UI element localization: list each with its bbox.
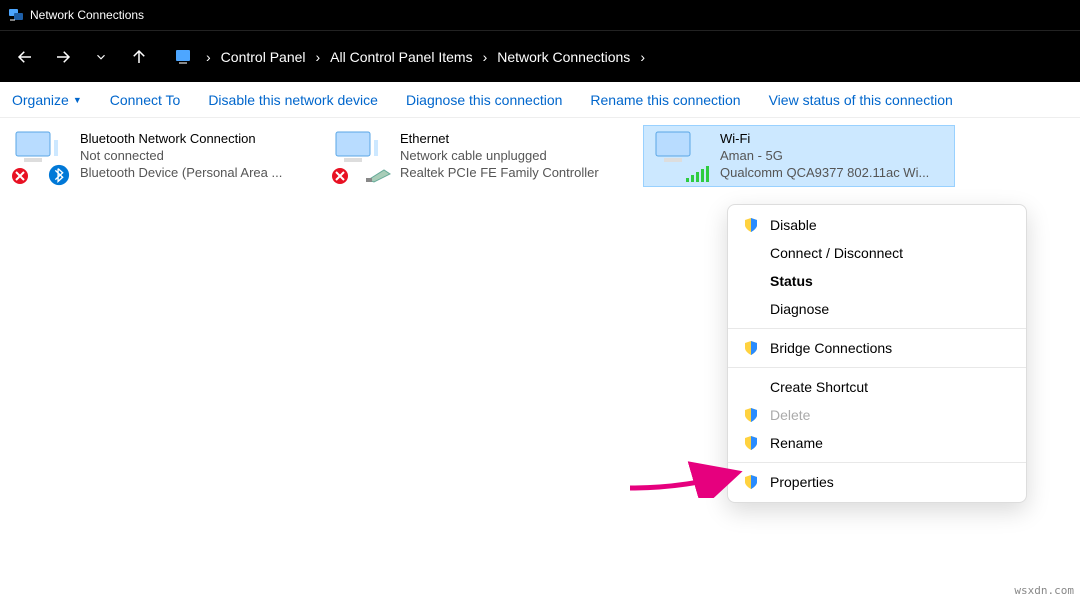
connect-to-button[interactable]: Connect To: [110, 92, 181, 108]
chevron-right-icon[interactable]: ›: [477, 49, 494, 65]
shield-icon: [742, 474, 760, 490]
ctx-label: Rename: [770, 435, 823, 451]
ctx-label: Disable: [770, 217, 817, 233]
address-bar: › Control Panel › All Control Panel Item…: [0, 30, 1080, 82]
connection-device: Bluetooth Device (Personal Area ...: [80, 164, 282, 181]
connection-name: Bluetooth Network Connection: [80, 130, 282, 147]
recent-locations-button[interactable]: [84, 40, 118, 74]
menu-separator: [728, 462, 1026, 463]
chevron-right-icon[interactable]: ›: [310, 49, 327, 65]
control-panel-icon: [174, 47, 194, 67]
ctx-label: Status: [770, 273, 813, 289]
connection-device: Qualcomm QCA9377 802.11ac Wi...: [720, 164, 929, 181]
connection-device: Realtek PCIe FE Family Controller: [400, 164, 599, 181]
connection-icon: [332, 130, 392, 182]
connection-item-wifi[interactable]: Wi-Fi Aman - 5G Qualcomm QCA9377 802.11a…: [644, 126, 954, 186]
ctx-bridge[interactable]: Bridge Connections: [728, 334, 1026, 362]
breadcrumb[interactable]: › Control Panel › All Control Panel Item…: [164, 40, 1072, 74]
diagnose-button[interactable]: Diagnose this connection: [406, 92, 562, 108]
breadcrumb-network-connections[interactable]: Network Connections: [493, 49, 634, 65]
ctx-label: Bridge Connections: [770, 340, 892, 356]
connection-status: Network cable unplugged: [400, 147, 599, 164]
context-menu: Disable Connect / Disconnect Status Diag…: [727, 204, 1027, 503]
connection-name: Wi-Fi: [720, 130, 929, 147]
shield-icon: [742, 407, 760, 423]
ctx-label: Properties: [770, 474, 834, 490]
disable-device-button[interactable]: Disable this network device: [208, 92, 378, 108]
ctx-disable[interactable]: Disable: [728, 211, 1026, 239]
connection-item-bluetooth[interactable]: Bluetooth Network Connection Not connect…: [4, 126, 324, 186]
ctx-connect-disconnect[interactable]: Connect / Disconnect: [728, 239, 1026, 267]
ctx-properties[interactable]: Properties: [728, 468, 1026, 496]
forward-button[interactable]: [46, 40, 80, 74]
organize-menu[interactable]: Organize ▼: [12, 92, 82, 108]
network-icon: [8, 7, 24, 23]
organize-label: Organize: [12, 92, 69, 108]
connection-name: Ethernet: [400, 130, 599, 147]
view-status-button[interactable]: View status of this connection: [769, 92, 953, 108]
chevron-right-icon[interactable]: ›: [634, 49, 651, 65]
chevron-right-icon[interactable]: ›: [200, 49, 217, 65]
window-title: Network Connections: [30, 8, 144, 22]
connection-item-ethernet[interactable]: Ethernet Network cable unplugged Realtek…: [324, 126, 644, 186]
ctx-label: Diagnose: [770, 301, 829, 317]
ctx-label: Connect / Disconnect: [770, 245, 903, 261]
shield-icon: [742, 435, 760, 451]
connection-icon: [12, 130, 72, 182]
rename-connection-button[interactable]: Rename this connection: [590, 92, 740, 108]
ctx-diagnose[interactable]: Diagnose: [728, 295, 1026, 323]
up-button[interactable]: [122, 40, 156, 74]
ctx-label: Create Shortcut: [770, 379, 868, 395]
ctx-label: Delete: [770, 407, 810, 423]
connection-status: Aman - 5G: [720, 147, 929, 164]
breadcrumb-control-panel[interactable]: Control Panel: [217, 49, 310, 65]
window-titlebar: Network Connections: [0, 0, 1080, 30]
back-button[interactable]: [8, 40, 42, 74]
menu-separator: [728, 367, 1026, 368]
command-bar: Organize ▼ Connect To Disable this netwo…: [0, 82, 1080, 118]
connection-icon: [652, 130, 712, 182]
connections-list: Bluetooth Network Connection Not connect…: [0, 118, 1080, 194]
breadcrumb-all-items[interactable]: All Control Panel Items: [326, 49, 476, 65]
shield-icon: [742, 340, 760, 356]
ctx-status[interactable]: Status: [728, 267, 1026, 295]
ctx-create-shortcut[interactable]: Create Shortcut: [728, 373, 1026, 401]
chevron-down-icon: ▼: [73, 95, 82, 105]
menu-separator: [728, 328, 1026, 329]
shield-icon: [742, 217, 760, 233]
watermark: wsxdn.com: [1014, 584, 1074, 597]
ctx-rename[interactable]: Rename: [728, 429, 1026, 457]
connection-status: Not connected: [80, 147, 282, 164]
ctx-delete: Delete: [728, 401, 1026, 429]
